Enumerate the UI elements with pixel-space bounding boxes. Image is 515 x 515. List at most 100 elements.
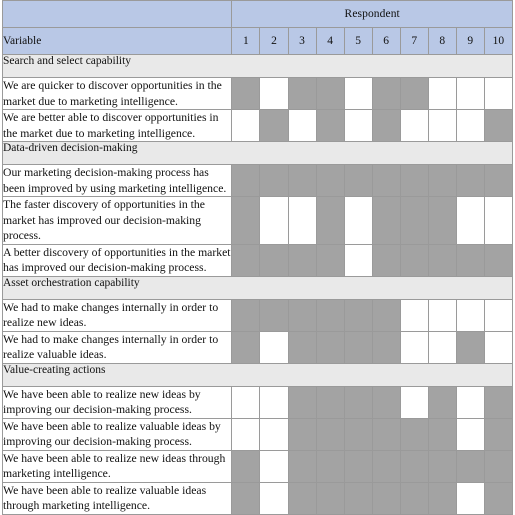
- response-cell-r5[interactable]: [343, 449, 373, 483]
- response-cell-r2[interactable]: [259, 77, 289, 110]
- response-cell-r7[interactable]: [399, 481, 429, 515]
- response-cell-r2[interactable]: [259, 196, 289, 245]
- response-cell-r10[interactable]: [483, 164, 514, 197]
- response-cell-r5[interactable]: [343, 298, 373, 332]
- response-cell-r8[interactable]: [427, 196, 457, 245]
- response-cell-r2[interactable]: [259, 417, 289, 451]
- response-cell-r7[interactable]: [399, 449, 429, 483]
- response-cell-r3[interactable]: [287, 164, 317, 197]
- response-cell-r5[interactable]: [343, 109, 373, 142]
- response-cell-r8[interactable]: [427, 330, 457, 364]
- response-cell-r2[interactable]: [259, 330, 289, 364]
- response-cell-r7[interactable]: [399, 330, 429, 364]
- response-cell-r4[interactable]: [315, 298, 345, 332]
- response-cell-r10[interactable]: [483, 330, 514, 364]
- response-cell-r5[interactable]: [343, 164, 373, 197]
- response-cell-r6[interactable]: [371, 196, 401, 245]
- response-cell-r4[interactable]: [315, 449, 345, 483]
- response-cell-r9[interactable]: [455, 481, 485, 515]
- response-cell-r10[interactable]: [483, 481, 514, 515]
- response-cell-r3[interactable]: [287, 196, 317, 245]
- response-cell-r5[interactable]: [343, 196, 373, 245]
- response-cell-r7[interactable]: [399, 77, 429, 110]
- response-cell-r9[interactable]: [455, 330, 485, 364]
- response-cell-r9[interactable]: [455, 449, 485, 483]
- response-cell-r10[interactable]: [483, 417, 514, 451]
- response-cell-r8[interactable]: [427, 417, 457, 451]
- response-cell-r7[interactable]: [399, 164, 429, 197]
- response-cell-r10[interactable]: [483, 385, 514, 419]
- response-cell-r2[interactable]: [259, 449, 289, 483]
- response-cell-r9[interactable]: [455, 298, 485, 332]
- response-cell-r1[interactable]: [231, 77, 261, 110]
- response-cell-r7[interactable]: [399, 196, 429, 245]
- response-cell-r4[interactable]: [315, 77, 345, 110]
- response-cell-r9[interactable]: [455, 417, 485, 451]
- response-cell-r6[interactable]: [371, 449, 401, 483]
- response-cell-r1[interactable]: [231, 243, 261, 277]
- response-cell-r2[interactable]: [259, 298, 289, 332]
- response-cell-r2[interactable]: [259, 164, 289, 197]
- response-cell-r5[interactable]: [343, 417, 373, 451]
- response-cell-r8[interactable]: [427, 449, 457, 483]
- response-cell-r1[interactable]: [231, 481, 261, 515]
- response-cell-r9[interactable]: [455, 109, 485, 142]
- response-cell-r6[interactable]: [371, 330, 401, 364]
- response-cell-r2[interactable]: [259, 243, 289, 277]
- response-cell-r3[interactable]: [287, 481, 317, 515]
- response-cell-r6[interactable]: [371, 298, 401, 332]
- response-cell-r9[interactable]: [455, 196, 485, 245]
- response-cell-r4[interactable]: [315, 164, 345, 197]
- response-cell-r4[interactable]: [315, 481, 345, 515]
- response-cell-r3[interactable]: [287, 77, 317, 110]
- response-cell-r10[interactable]: [483, 77, 514, 110]
- response-cell-r5[interactable]: [343, 481, 373, 515]
- response-cell-r5[interactable]: [343, 385, 373, 419]
- response-cell-r8[interactable]: [427, 109, 457, 142]
- response-cell-r8[interactable]: [427, 164, 457, 197]
- response-cell-r9[interactable]: [455, 164, 485, 197]
- response-cell-r4[interactable]: [315, 417, 345, 451]
- response-cell-r4[interactable]: [315, 385, 345, 419]
- response-cell-r3[interactable]: [287, 243, 317, 277]
- response-cell-r2[interactable]: [259, 481, 289, 515]
- response-cell-r9[interactable]: [455, 243, 485, 277]
- response-cell-r7[interactable]: [399, 417, 429, 451]
- response-cell-r10[interactable]: [483, 449, 514, 483]
- response-cell-r10[interactable]: [483, 196, 514, 245]
- response-cell-r4[interactable]: [315, 330, 345, 364]
- response-cell-r5[interactable]: [343, 330, 373, 364]
- response-cell-r3[interactable]: [287, 298, 317, 332]
- response-cell-r1[interactable]: [231, 298, 261, 332]
- response-cell-r5[interactable]: [343, 77, 373, 110]
- response-cell-r8[interactable]: [427, 385, 457, 419]
- response-cell-r4[interactable]: [315, 109, 345, 142]
- response-cell-r1[interactable]: [231, 196, 261, 245]
- response-cell-r6[interactable]: [371, 417, 401, 451]
- response-cell-r10[interactable]: [483, 109, 514, 142]
- response-cell-r1[interactable]: [231, 385, 261, 419]
- response-cell-r6[interactable]: [371, 385, 401, 419]
- response-cell-r10[interactable]: [483, 243, 514, 277]
- response-cell-r3[interactable]: [287, 417, 317, 451]
- response-cell-r1[interactable]: [231, 417, 261, 451]
- response-cell-r6[interactable]: [371, 243, 401, 277]
- response-cell-r2[interactable]: [259, 109, 289, 142]
- response-cell-r1[interactable]: [231, 164, 261, 197]
- response-cell-r8[interactable]: [427, 481, 457, 515]
- response-cell-r3[interactable]: [287, 330, 317, 364]
- response-cell-r3[interactable]: [287, 449, 317, 483]
- response-cell-r6[interactable]: [371, 109, 401, 142]
- response-cell-r1[interactable]: [231, 330, 261, 364]
- response-cell-r7[interactable]: [399, 243, 429, 277]
- response-cell-r7[interactable]: [399, 298, 429, 332]
- response-cell-r8[interactable]: [427, 77, 457, 110]
- response-cell-r1[interactable]: [231, 449, 261, 483]
- response-cell-r5[interactable]: [343, 243, 373, 277]
- response-cell-r7[interactable]: [399, 385, 429, 419]
- response-cell-r9[interactable]: [455, 77, 485, 110]
- response-cell-r1[interactable]: [231, 109, 261, 142]
- response-cell-r8[interactable]: [427, 243, 457, 277]
- response-cell-r3[interactable]: [287, 109, 317, 142]
- response-cell-r10[interactable]: [483, 298, 514, 332]
